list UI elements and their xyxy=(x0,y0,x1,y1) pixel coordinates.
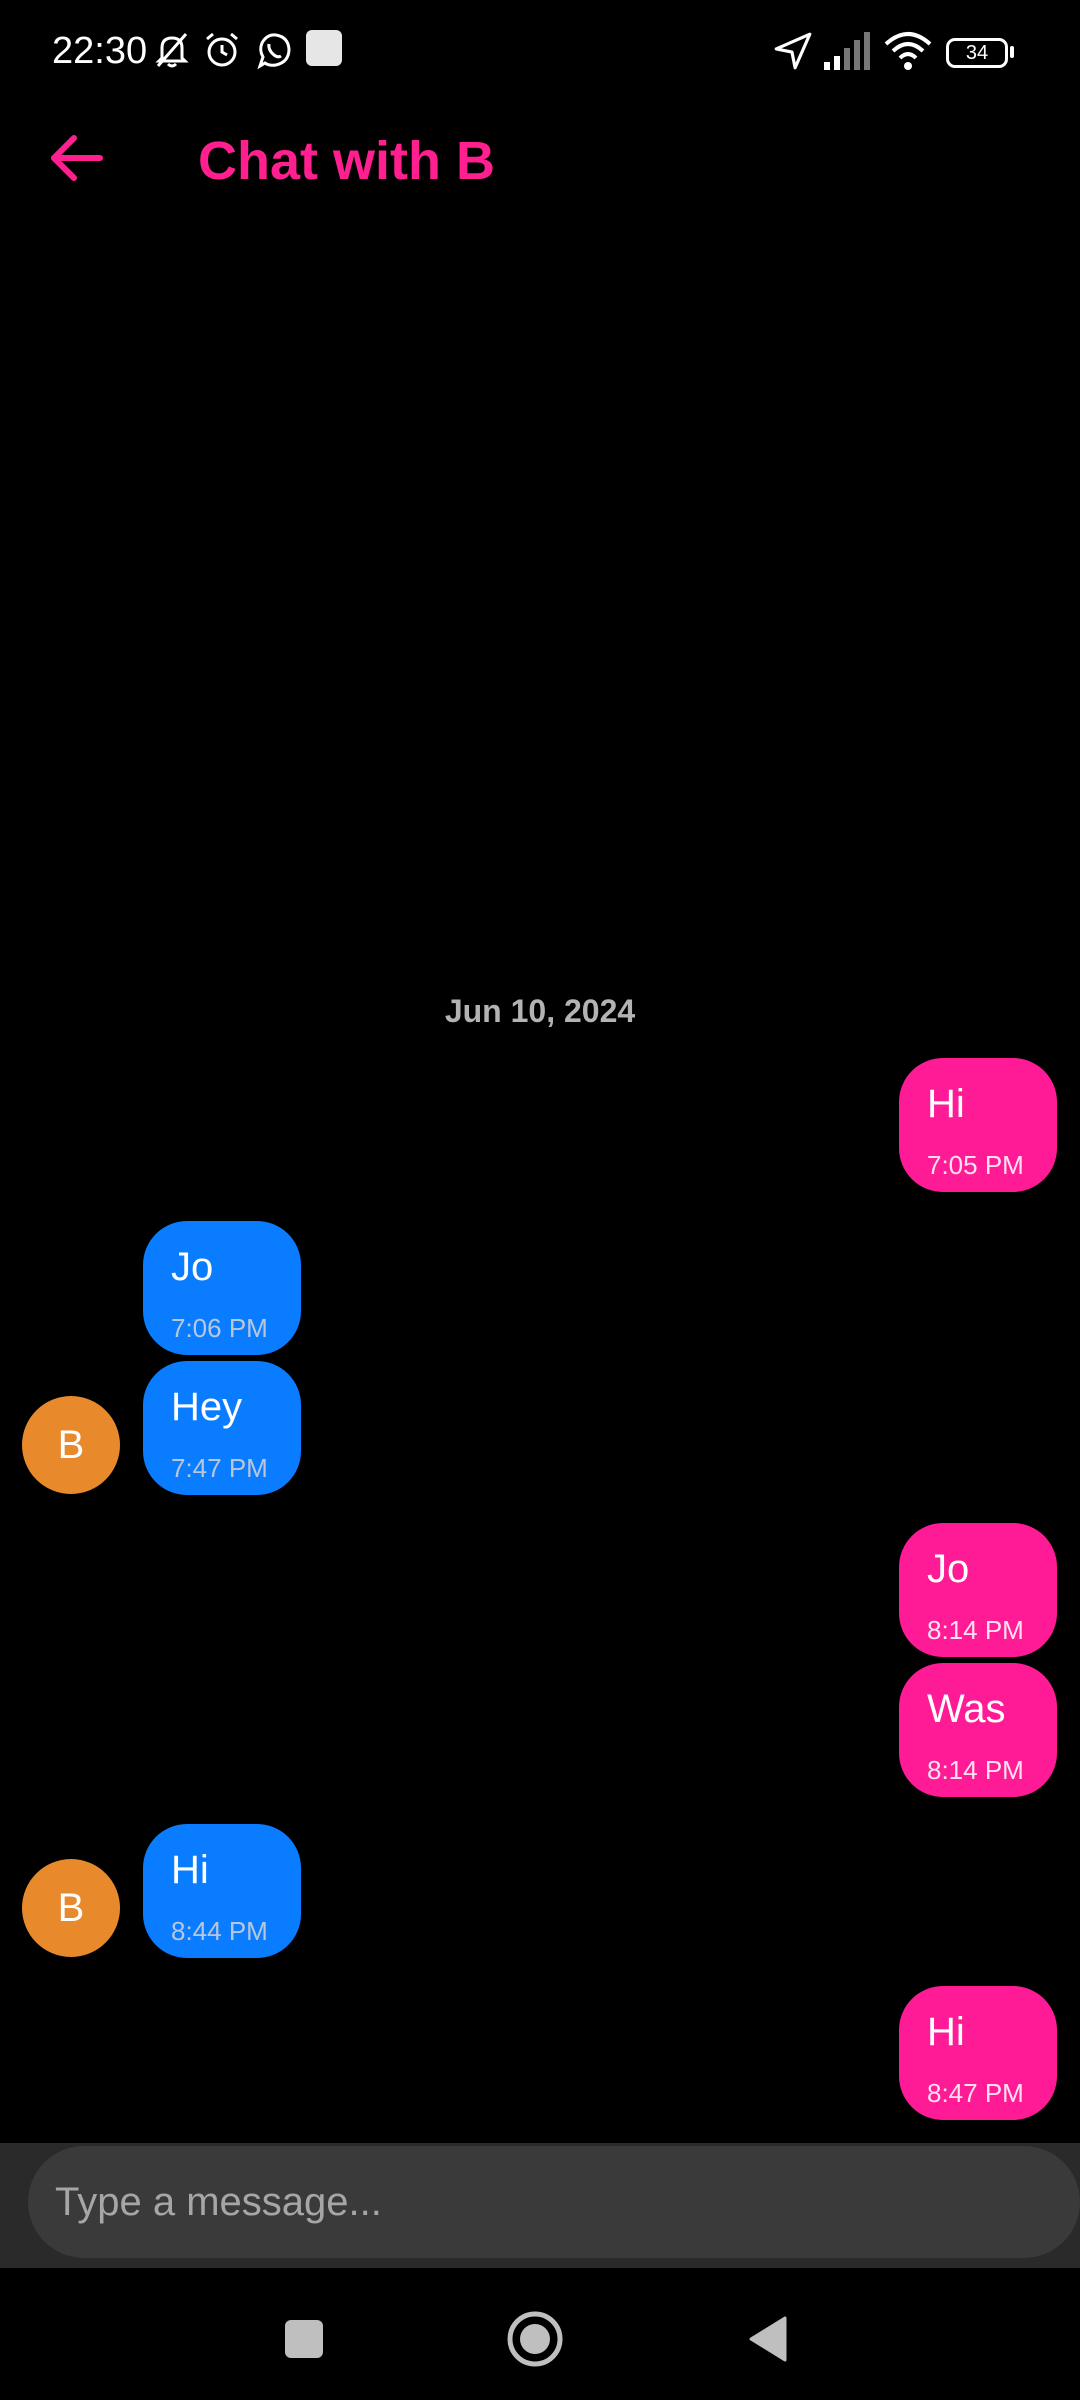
nav-back-button[interactable] xyxy=(735,2304,805,2374)
recents-button[interactable] xyxy=(269,2304,339,2374)
composer-bar xyxy=(0,2143,1080,2268)
message-bubble-incoming[interactable]: Hi 8:44 PM xyxy=(143,1824,301,1958)
battery-level: 34 xyxy=(965,41,989,64)
recents-square-icon xyxy=(285,2320,323,2358)
message-text: Jo xyxy=(927,1547,970,1591)
home-circle-icon xyxy=(507,2311,563,2367)
message-time: 8:44 PM xyxy=(171,1916,268,1946)
back-button[interactable] xyxy=(46,126,110,190)
message-bubble-outgoing[interactable]: Jo 8:14 PM xyxy=(899,1523,1057,1657)
wifi-icon xyxy=(884,32,932,70)
bell-off-icon xyxy=(155,33,189,68)
message-text: Hi xyxy=(927,1082,965,1126)
message-time: 7:47 PM xyxy=(171,1453,268,1483)
alarm-icon xyxy=(206,32,238,67)
page-title: Chat with B xyxy=(198,131,495,191)
message-text: Hi xyxy=(171,1848,209,1892)
avatar[interactable]: B xyxy=(22,1396,120,1494)
message-bubble-outgoing[interactable]: Hi 8:47 PM xyxy=(899,1986,1057,2120)
message-input[interactable] xyxy=(28,2146,1080,2258)
message-text: Hey xyxy=(171,1385,243,1429)
avatar[interactable]: B xyxy=(22,1859,120,1957)
battery-icon: 34 xyxy=(946,38,1008,68)
whatsapp-icon xyxy=(257,33,291,70)
message-time: 7:06 PM xyxy=(171,1313,268,1343)
message-time: 7:05 PM xyxy=(927,1150,1024,1180)
message-time: 8:14 PM xyxy=(927,1615,1024,1645)
date-separator: Jun 10, 2024 xyxy=(444,993,636,1029)
signal-icon xyxy=(824,32,870,70)
system-nav-bar xyxy=(0,2270,1080,2400)
message-bubble-outgoing[interactable]: Was 8:14 PM xyxy=(899,1663,1057,1797)
status-time: 22:30 xyxy=(52,30,148,72)
home-button[interactable] xyxy=(500,2304,570,2374)
message-bubble-outgoing[interactable]: Hi 7:05 PM xyxy=(899,1058,1057,1192)
message-bubble-incoming[interactable]: Hey 7:47 PM xyxy=(143,1361,301,1495)
message-text: Hi xyxy=(927,2010,965,2054)
app-square-icon xyxy=(306,30,342,66)
status-bar: 22:30 34 xyxy=(0,0,1080,110)
message-time: 8:14 PM xyxy=(927,1755,1024,1785)
message-text: Was xyxy=(927,1687,1006,1731)
message-text: Jo xyxy=(171,1245,214,1289)
back-triangle-icon xyxy=(749,2316,787,2362)
location-arrow-icon xyxy=(774,32,812,70)
arrow-left-icon xyxy=(51,135,103,181)
battery-tip xyxy=(1010,46,1014,58)
message-bubble-incoming[interactable]: Jo 7:06 PM xyxy=(143,1221,301,1355)
message-time: 8:47 PM xyxy=(927,2078,1024,2108)
